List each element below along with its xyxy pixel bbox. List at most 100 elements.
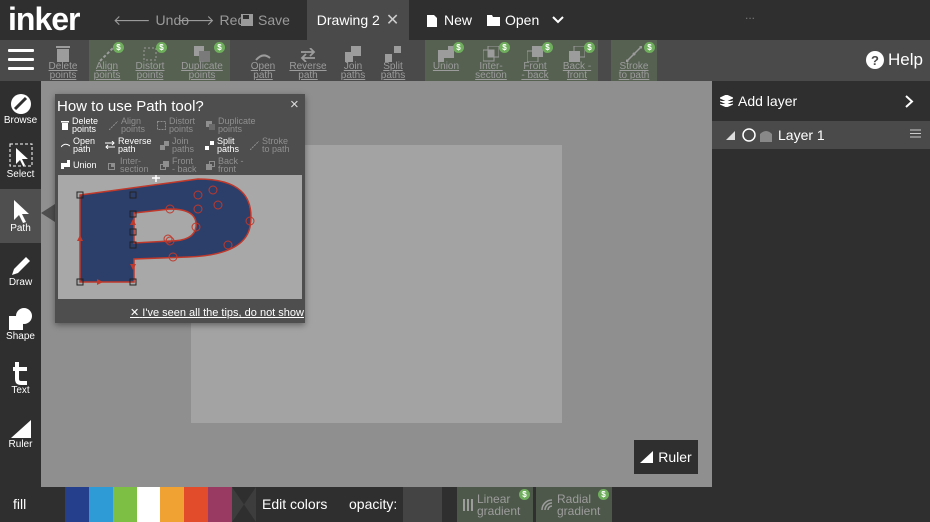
sidebar-item-draw[interactable]: Draw [0,243,41,297]
premium-badge: $ [644,42,655,53]
align-points-button[interactable]: Align points $ [89,40,125,81]
question-icon: ? [866,51,884,69]
layers-icon [720,95,733,107]
union-button[interactable]: Union $ [429,40,464,81]
edit-colors-button[interactable]: Edit colors [262,487,327,522]
sidebar-item-ruler[interactable]: Ruler [0,405,41,459]
duplicate-points-button[interactable]: Duplicate points $ [177,40,227,81]
front-back-icon [160,160,169,170]
distort-icon [157,120,166,130]
arrow-right-icon: 🡒 [177,12,215,28]
popup-front-back: Front - back [160,157,197,174]
join-icon [160,140,169,150]
premium-badge: $ [113,42,124,53]
premium-badge: $ [519,489,530,500]
popup-reverse-path: Reverse path [105,137,152,154]
delete-points-button[interactable]: Delete points [46,40,80,81]
premium-badge: $ [499,42,510,53]
back-front-button[interactable]: Back - front $ [560,40,595,81]
close-icon[interactable]: × [290,96,299,113]
sidebar-item-select[interactable]: Select [0,135,41,189]
color-swatch[interactable] [113,487,137,522]
color-swatch[interactable] [160,487,184,522]
premium-badge: $ [542,42,553,53]
join-icon [336,40,370,62]
dismiss-tips-link[interactable]: ✕ I've seen all the tips, do not show [130,306,304,319]
align-points-icon [109,120,118,130]
browse-icon [0,81,41,115]
new-button[interactable]: New [427,0,472,40]
color-swatch[interactable] [184,487,208,522]
front-back-button[interactable]: Front - back $ [518,40,553,81]
swatch-separator [232,487,256,522]
layer-row[interactable]: Layer 1 [712,121,930,149]
popup-align-points: Align points [109,117,145,134]
color-swatch[interactable] [208,487,232,522]
popup-title: How to use Path tool? [57,98,204,115]
popup-open-path: Open path [61,137,95,154]
layer-menu-icon[interactable] [910,129,921,138]
trash-icon [46,40,80,62]
letter-p-path-image [76,175,255,286]
intersection-button[interactable]: Inter- section $ [472,40,510,81]
premium-badge: $ [598,489,609,500]
duplicate-icon [206,120,215,130]
opacity-label: opacity: [349,496,398,512]
premium-badge: $ [156,42,167,53]
split-icon [205,140,214,150]
color-swatch[interactable] [65,487,89,522]
text-icon [0,351,41,385]
fill-label: fill [13,496,27,512]
sidebar-item-shape[interactable]: Shape [0,297,41,351]
linear-gradient-button[interactable]: Linear gradient $ [457,487,533,522]
more-indicator: ... [745,8,756,22]
chevron-down-icon[interactable] [552,0,564,40]
path-tool-illustration [58,175,302,299]
ruler-icon [640,451,654,463]
union-icon [61,160,70,169]
premium-badge: $ [453,42,464,53]
radial-gradient-button[interactable]: Radial gradient $ [536,487,612,522]
chevron-right-icon[interactable] [905,95,914,108]
back-front-icon [206,160,215,170]
help-button[interactable]: ? Help [866,50,923,70]
tab-drawing-2[interactable]: Drawing 2 ✕ [307,0,409,40]
popup-back-front: Back - front [206,157,244,174]
popup-stroke-to-path: Stroke to path [250,137,290,154]
popup-join-paths: Join paths [160,137,194,154]
color-swatch[interactable] [137,487,160,522]
stroke-to-path-icon [250,140,259,150]
popup-intersection: Inter-section [108,157,149,174]
stroke-to-path-button[interactable]: Stroke to path $ [614,40,655,81]
lock-icon[interactable] [759,128,773,142]
popup-pointer [41,204,55,222]
opacity-input[interactable] [403,487,442,522]
trash-icon [61,120,69,130]
select-icon [0,135,41,169]
sidebar-item-path[interactable]: Path [0,189,41,243]
sidebar-item-text[interactable]: Text [0,351,41,405]
open-path-icon [61,143,70,148]
app-logo: inker [8,1,80,37]
shape-icon [0,297,41,331]
add-layer-button[interactable]: Add layer [712,81,930,121]
join-paths-button[interactable]: Join paths [336,40,370,81]
split-icon [377,40,409,62]
ruler-button[interactable]: Ruler [634,440,698,474]
intersection-icon [108,162,115,170]
distort-points-button[interactable]: Distort points $ [132,40,168,81]
premium-badge: $ [214,42,225,53]
reverse-path-button[interactable]: Reverse path [287,40,329,81]
folder-icon [487,14,500,26]
save-button[interactable]: Save [241,0,290,40]
visibility-circle-icon[interactable] [742,128,756,142]
collapse-triangle-icon[interactable] [726,130,735,140]
reverse-arrows-icon [105,141,115,149]
sidebar-item-browse[interactable]: Browse [0,81,41,135]
split-paths-button[interactable]: Split paths [377,40,409,81]
color-swatch[interactable] [89,487,113,522]
close-tab-icon[interactable]: ✕ [386,10,399,30]
menu-icon[interactable] [8,49,34,76]
open-button[interactable]: Open [487,0,539,40]
open-path-button[interactable]: Open path [246,40,280,81]
